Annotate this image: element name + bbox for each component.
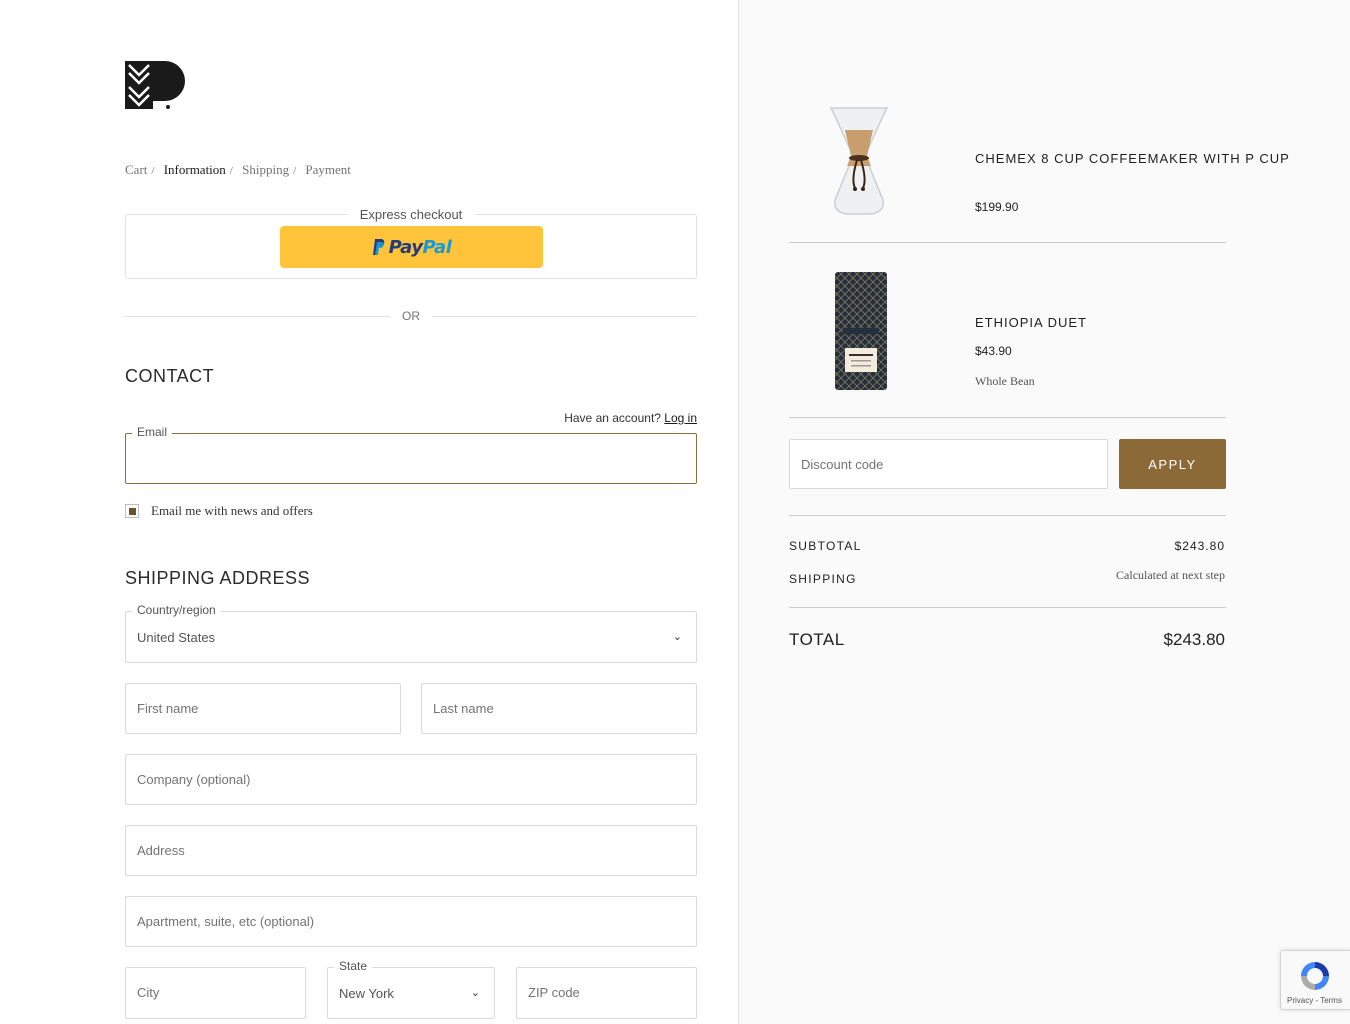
order-summary: CHEMEX 8 CUP COFFEEMAKER WITH P CUP $199… [738, 0, 1350, 1024]
address-placeholder: Address [137, 843, 185, 858]
breadcrumb: Cart / Information / Shipping / Payment [125, 162, 351, 178]
paypal-icon [372, 239, 384, 255]
chemex-product-image [829, 107, 889, 215]
express-checkout: Express checkout Pay Pal [125, 207, 697, 279]
product-price: $199.90 [975, 200, 1019, 214]
breadcrumb-separator: / [151, 165, 155, 177]
product-name: CHEMEX 8 CUP COFFEEMAKER WITH P CUP [975, 151, 1290, 166]
product-variant: Whole Bean [975, 374, 1035, 388]
chevron-down-icon: ⌄ [470, 987, 480, 999]
first-name-field[interactable]: First name [125, 683, 401, 734]
total-label: TOTAL [789, 630, 845, 649]
or-label: OR [402, 309, 420, 323]
divider [789, 242, 1226, 243]
divider [789, 417, 1226, 418]
country-value: United States [137, 630, 216, 645]
city-placeholder: City [137, 985, 160, 1000]
divider [789, 607, 1226, 608]
zip-placeholder: ZIP code [528, 985, 580, 1000]
or-divider: OR [125, 308, 697, 326]
discount-code-input[interactable]: Discount code [789, 439, 1108, 489]
recaptcha-badge[interactable]: Privacy - Terms [1280, 950, 1350, 1010]
state-select[interactable]: State New York ⌄ [327, 959, 495, 1019]
last-name-field[interactable]: Last name [421, 683, 697, 734]
account-prompt-text: Have an account? [564, 411, 661, 425]
contact-heading: CONTACT [125, 366, 215, 386]
peets-logo[interactable] [125, 61, 185, 111]
recaptcha-icon [1301, 962, 1329, 990]
newsletter-label: Email me with news and offers [151, 503, 313, 518]
country-select[interactable]: Country/region United States ⌄ [125, 603, 697, 663]
apartment-field[interactable]: Apartment, suite, etc (optional) [125, 896, 697, 947]
apartment-placeholder: Apartment, suite, etc (optional) [137, 914, 315, 929]
newsletter-checkbox[interactable] [125, 504, 139, 518]
express-checkout-label: Express checkout [347, 207, 475, 222]
city-field[interactable]: City [125, 967, 306, 1019]
account-prompt: Have an account? Log in [564, 411, 697, 425]
shipping-heading: SHIPPING ADDRESS [125, 568, 311, 588]
breadcrumb-separator: / [229, 165, 233, 177]
paypal-wordmark-pal: Pal [422, 236, 452, 258]
paypal-wordmark-pay: Pay [388, 236, 423, 258]
company-placeholder: Company (optional) [137, 772, 251, 787]
divider [789, 515, 1226, 516]
zip-field[interactable]: ZIP code [516, 967, 697, 1019]
shipping-value: Calculated at next step [1116, 568, 1225, 582]
state-label: State [334, 959, 373, 973]
newsletter-option[interactable]: Email me with news and offers [125, 503, 313, 519]
discount-placeholder: Discount code [801, 457, 884, 472]
breadcrumb-shipping: Shipping [242, 162, 290, 177]
first-name-placeholder: First name [137, 701, 199, 716]
product-price: $43.90 [975, 344, 1012, 358]
breadcrumb-separator: / [293, 165, 297, 177]
chevron-down-icon: ⌄ [672, 631, 682, 643]
country-label: Country/region [132, 603, 221, 617]
state-value: New York [339, 986, 394, 1001]
checkout-main: Cart / Information / Shipping / Payment Exp… [0, 0, 738, 1024]
login-link[interactable]: Log in [664, 411, 697, 425]
address-field[interactable]: Address [125, 825, 697, 876]
paypal-button[interactable]: Pay Pal [280, 226, 543, 268]
breadcrumb-cart[interactable]: Cart [125, 162, 147, 178]
breadcrumb-payment: Payment [305, 162, 351, 177]
subtotal-label: SUBTOTAL [789, 539, 862, 553]
product-name: ETHIOPIA DUET [975, 315, 1087, 330]
apply-discount-button[interactable]: APPLY [1119, 439, 1226, 489]
total-value: $243.80 [1163, 630, 1225, 649]
company-field[interactable]: Company (optional) [125, 754, 697, 805]
coffee-bag-product-image [835, 272, 887, 390]
recaptcha-terms[interactable]: Privacy - Terms [1287, 996, 1342, 1005]
email-label: Email [132, 425, 173, 439]
shipping-label: SHIPPING [789, 572, 857, 586]
breadcrumb-information: Information [163, 162, 226, 177]
subtotal-value: $243.80 [1174, 539, 1225, 553]
last-name-placeholder: Last name [433, 701, 494, 716]
email-field[interactable]: Email [125, 425, 697, 484]
